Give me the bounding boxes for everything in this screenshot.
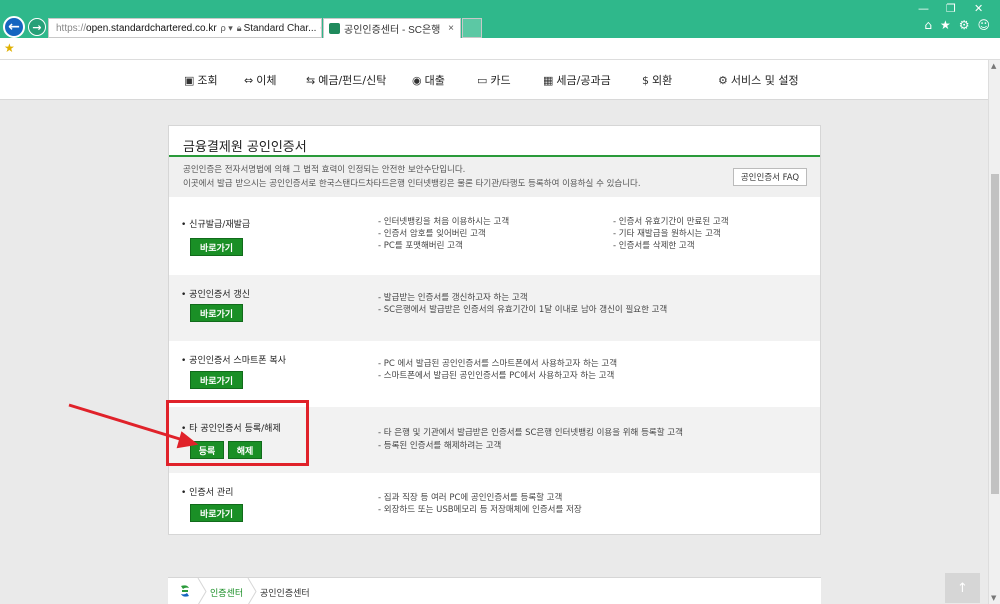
browser-tab[interactable]: 공인인증센터 - SC은행 × — [323, 18, 461, 38]
nav-item-card[interactable]: ▭ 카드 — [477, 72, 511, 88]
breadcrumb-separator-icon — [247, 578, 257, 604]
search-dropdown-icon[interactable]: ρ ▾ — [221, 23, 233, 34]
go-button-new-issue[interactable]: 바로가기 — [190, 238, 243, 256]
nav-label: 조회 — [197, 74, 218, 87]
page-title: 금융결제원 공인인증서 — [183, 140, 307, 155]
desc-line: - 인증서 암호를 잊어버린 고객 — [378, 229, 486, 239]
row-smartphone-copy: 공인인증서 스마트폰 복사 바로가기 - PC 에서 발급된 공인인증서를 스마… — [169, 341, 820, 407]
row-cert-management: 인증서 관리 바로가기 - 집과 직장 등 여러 PC에 공인인증서를 등록할 … — [169, 473, 820, 539]
nav-label: 카드 — [490, 74, 511, 87]
dollar-icon: $ — [642, 73, 649, 87]
nav-item-transfer[interactable]: ⇔ 이체 — [244, 72, 276, 88]
nav-label: 예금/펀드/신탁 — [318, 74, 387, 87]
vertical-scrollbar[interactable]: ▲ ▼ — [988, 60, 1000, 604]
close-window-icon[interactable]: ✕ — [974, 2, 983, 15]
breadcrumb-separator-icon — [197, 578, 207, 604]
minimize-icon[interactable]: — — [918, 2, 929, 15]
desc-line: - PC를 포맷해버린 고객 — [378, 241, 463, 251]
nav-item-service-settings[interactable]: ⚙ 서비스 및 설정 — [718, 72, 799, 88]
go-button-cert-management[interactable]: 바로가기 — [190, 504, 243, 522]
desc-line: - SC은행에서 발급받은 인증서의 유효기간이 1달 이내로 남아 갱신이 필… — [378, 305, 668, 315]
desc-line: - 스마트폰에서 발급된 공인인증서를 PC에서 사용하고자 하는 고객 — [378, 371, 615, 381]
nav-label: 이체 — [256, 74, 277, 87]
nav-item-tax[interactable]: ▦ 세금/공과금 — [543, 72, 611, 88]
site-identity: Standard Char... — [243, 22, 317, 34]
nav-item-forex[interactable]: $ 외환 — [642, 72, 672, 88]
smiley-feedback-icon[interactable]: ☺ — [977, 18, 990, 32]
page-body: ▣ 조회 ⇔ 이체 ⇆ 예금/펀드/신탁 ◉ 대출 ▭ 카드 ▦ 세금/공과금 $ 외환 ⚙ 서… — [0, 60, 988, 604]
desc-line: - 등록된 인증서를 해제하려는 고객 — [378, 441, 502, 451]
back-arrow-icon: ← — [8, 19, 20, 35]
restore-icon[interactable]: ❐ — [946, 2, 956, 15]
forward-button[interactable]: → — [28, 18, 46, 36]
intro-text-1: 공인인증은 전자서명법에 의해 그 법적 효력이 인정되는 안전한 보안수단입니… — [183, 165, 466, 175]
browser-actions: ⌂ ★ ⚙ ☺ — [924, 18, 990, 32]
desc-line: - 인증서를 삭제한 고객 — [613, 241, 695, 251]
tab-favicon-icon — [329, 23, 340, 34]
settings-gear-icon[interactable]: ⚙ — [959, 18, 970, 32]
scroll-down-icon[interactable]: ▼ — [991, 594, 996, 602]
breadcrumb-cert-center: 공인인증센터 — [260, 589, 310, 599]
transfer-icon: ⇔ — [244, 73, 254, 87]
browser-toolbar: — ❐ ✕ ← → https:// open.standardchartere… — [0, 0, 1000, 38]
scroll-up-icon[interactable]: ▲ — [991, 62, 996, 70]
breadcrumb-auth-center[interactable]: 인증센터 — [210, 586, 243, 599]
nav-label: 외환 — [652, 74, 673, 87]
row-title: 공인인증서 갱신 — [181, 287, 250, 300]
desc-line: - 발급받는 인증서를 갱신하고자 하는 고객 — [378, 293, 528, 303]
nav-item-deposit-fund-trust[interactable]: ⇆ 예금/펀드/신탁 — [306, 72, 386, 88]
new-tab-button[interactable] — [462, 18, 482, 38]
row-title: 인증서 관리 — [181, 485, 233, 498]
forward-arrow-icon: → — [32, 20, 42, 34]
row-new-issue: 신규발급/재발급 바로가기 - 인터넷뱅킹을 처음 이용하시는 고객 - 인증서… — [169, 209, 820, 275]
highlight-box — [166, 400, 309, 466]
faq-button[interactable]: 공인인증서 FAQ — [733, 168, 807, 186]
main-nav: ▣ 조회 ⇔ 이체 ⇆ 예금/펀드/신탁 ◉ 대출 ▭ 카드 ▦ 세금/공과금 $ 외환 ⚙ 서… — [0, 60, 988, 100]
home-icon[interactable]: ⌂ — [924, 18, 932, 32]
url-host: open.standardchartered.co.kr — [86, 22, 217, 34]
back-button[interactable]: ← — [3, 16, 25, 38]
row-title: 공인인증서 스마트폰 복사 — [181, 353, 286, 366]
go-button-smartphone-copy[interactable]: 바로가기 — [190, 371, 243, 389]
desc-line: - 타 은행 및 기관에서 발급받은 인증서를 SC은행 인터넷뱅킹 이용을 위… — [378, 428, 683, 438]
loan-icon: ◉ — [412, 73, 422, 87]
deposit-icon: ⇆ — [306, 73, 316, 87]
desc-line: - 외장하드 또는 USB메모리 등 저장매체에 인증서를 저장 — [378, 505, 582, 515]
nav-item-inquiry[interactable]: ▣ 조회 — [184, 72, 218, 88]
desc-line: - 집과 직장 등 여러 PC에 공인인증서를 등록할 고객 — [378, 493, 563, 503]
row-title: 신규발급/재발급 — [181, 217, 250, 230]
desc-line: - 기타 재발급을 원하시는 고객 — [613, 229, 721, 239]
address-bar[interactable]: https:// open.standardchartered.co.kr ρ … — [48, 18, 322, 38]
breadcrumb: 인증센터 공인인증센터 — [168, 577, 821, 604]
desc-line: - 인증서 유효기간이 만료된 고객 — [613, 217, 729, 227]
reload-icon[interactable]: C — [320, 23, 321, 33]
tab-title: 공인인증센터 - SC은행 — [344, 25, 441, 36]
certificate-panel: 금융결제원 공인인증서 공인인증은 전자서명법에 의해 그 법적 효력이 인정되… — [168, 125, 821, 535]
gear-icon: ⚙ — [718, 73, 728, 87]
inquiry-icon: ▣ — [184, 73, 195, 87]
lock-icon: 🔒︎ — [236, 22, 242, 33]
nav-label: 서비스 및 설정 — [730, 74, 799, 87]
nav-label: 대출 — [424, 74, 445, 87]
desc-line: - PC 에서 발급된 공인인증서를 스마트폰에서 사용하고자 하는 고객 — [378, 359, 618, 369]
nav-label: 세금/공과금 — [556, 74, 611, 87]
nav-item-loan[interactable]: ◉ 대출 — [412, 72, 445, 88]
favorites-star-icon[interactable]: ★ — [940, 18, 951, 32]
go-button-renewal[interactable]: 바로가기 — [190, 304, 243, 322]
card-icon: ▭ — [477, 73, 488, 87]
scroll-to-top-button[interactable]: ↑ — [945, 573, 980, 603]
url-scheme: https:// — [56, 22, 87, 34]
intro-box: 공인인증은 전자서명법에 의해 그 법적 효력이 인정되는 안전한 보안수단입니… — [169, 157, 820, 197]
desc-line: - 인터넷뱅킹을 처음 이용하시는 고객 — [378, 217, 510, 227]
tax-icon: ▦ — [543, 73, 554, 87]
intro-text-2: 이곳에서 발급 받으시는 공인인증서로 한국스탠다드차타드은행 인터넷뱅킹은 물… — [183, 179, 641, 189]
tab-close-icon[interactable]: × — [448, 23, 454, 34]
scrollbar-thumb[interactable] — [991, 174, 999, 494]
arrow-up-icon: ↑ — [957, 580, 968, 596]
sc-bank-logo-icon — [181, 585, 189, 597]
add-favorite-icon[interactable]: ★ — [4, 41, 15, 55]
favorites-bar: ★ — [0, 38, 1000, 60]
row-renewal: 공인인증서 갱신 바로가기 - 발급받는 인증서를 갱신하고자 하는 고객 - … — [169, 275, 820, 341]
